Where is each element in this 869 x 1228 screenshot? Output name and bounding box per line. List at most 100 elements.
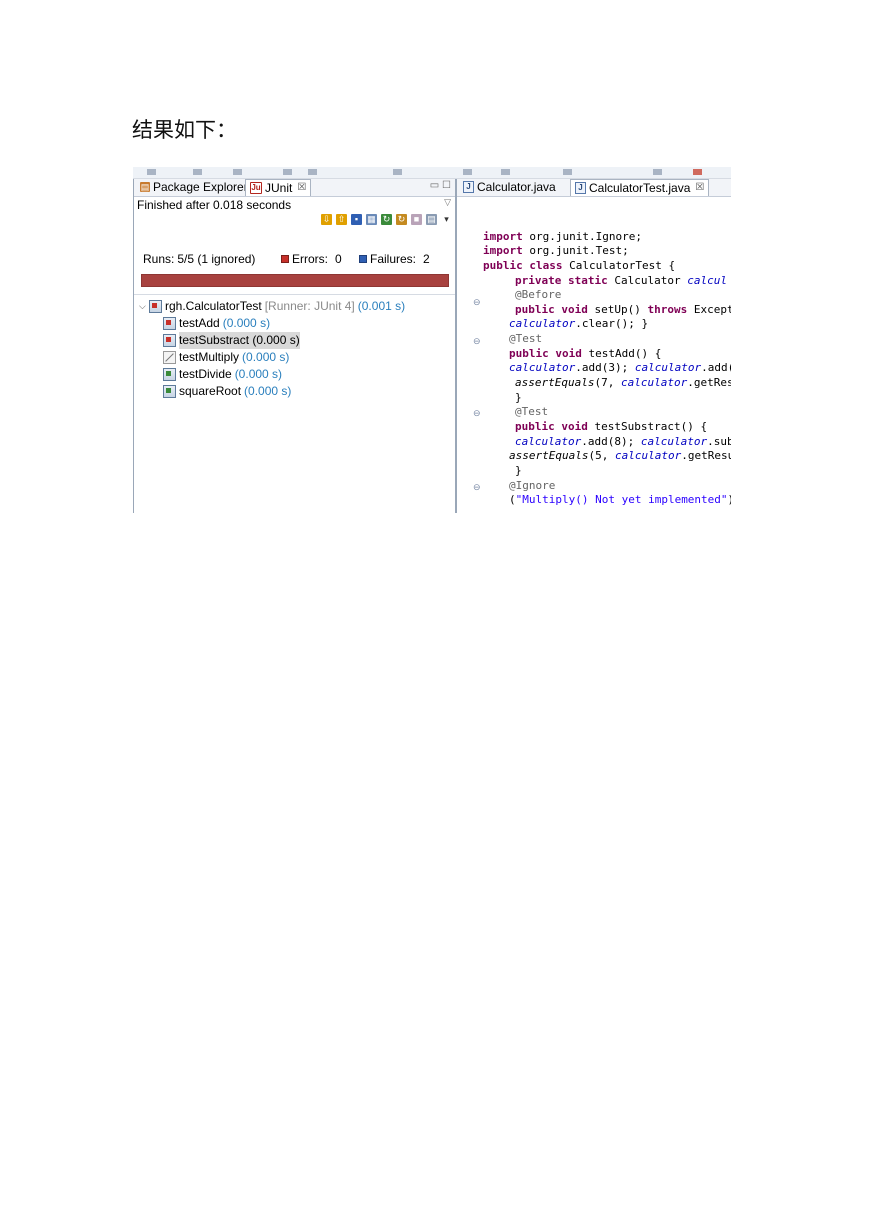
previous-failure-icon[interactable]: ⇧ — [336, 214, 347, 225]
fold-marker-icon[interactable]: ⊖ — [473, 408, 481, 419]
test-label: testSubstract — [179, 333, 250, 347]
test-label-selected: testSubstract (0.000 s) — [179, 332, 300, 349]
minimize-maximize-icon[interactable]: ▭ ☐ — [430, 180, 451, 191]
keyword: private static — [515, 274, 608, 287]
code-line: calculator.add(8); calculator.sub — [515, 435, 731, 449]
history-icon[interactable]: ▤ — [426, 214, 437, 225]
view-tab-bar: ▤ Package Explorer Ju JUnit ☒ ▭ ☐ — [134, 179, 455, 197]
field-ref: calculator — [640, 435, 708, 448]
toolbar-icon[interactable] — [393, 169, 402, 175]
code-line: public void testSubstract() { — [515, 420, 707, 434]
run-status: Finished after 0.018 seconds — [137, 198, 292, 212]
tab-label: JUnit — [265, 181, 293, 195]
code-line: @Test — [509, 332, 542, 346]
field-ref: calculator — [620, 376, 688, 389]
test-label: testDivide — [179, 367, 232, 381]
tab-calculatortest-java[interactable]: J CalculatorTest.java ☒ — [570, 179, 710, 196]
test-label: testMultiply — [179, 350, 240, 364]
test-tree: ⌵ rgh.CalculatorTest [Runner: JUnit 4] (… — [139, 298, 405, 400]
toolbar-icon[interactable] — [653, 169, 662, 175]
code-line: assertEquals(5, calculator.getResu — [509, 449, 731, 463]
code-text: } — [515, 464, 522, 477]
test-row-testadd[interactable]: testAdd (0.000 s) — [139, 315, 405, 332]
rerun-failed-first-icon[interactable]: ↻ — [396, 214, 407, 225]
code-text: ) — [728, 493, 731, 506]
toolbar-icon[interactable] — [693, 169, 702, 175]
toolbar-icon[interactable] — [308, 169, 317, 175]
test-suite-icon — [149, 300, 162, 313]
test-time: (0.000 s) — [234, 367, 283, 381]
page-heading: 结果如下： — [132, 118, 237, 142]
test-fail-icon — [163, 334, 176, 347]
test-row-testmultiply[interactable]: testMultiply (0.000 s) — [139, 349, 405, 366]
toolbar-icon[interactable] — [463, 169, 472, 175]
test-label: testAdd — [179, 316, 220, 330]
test-row-testdivide[interactable]: testDivide (0.000 s) — [139, 366, 405, 383]
junit-view: ▤ Package Explorer Ju JUnit ☒ ▭ ☐ Finish… — [133, 179, 456, 513]
show-failures-only-icon[interactable]: ▪ — [351, 214, 362, 225]
code-text: org.junit.Ignore; — [522, 230, 642, 243]
code-line: private static Calculator calcul — [515, 274, 727, 288]
code-text: .add(3); — [575, 361, 635, 374]
divider — [134, 294, 455, 295]
code-text: ( — [509, 493, 516, 506]
code-line: assertEquals(7, calculator.getRes — [515, 376, 731, 390]
code-text: CalculatorTest { — [562, 259, 676, 272]
code-line: import org.junit.Ignore; — [483, 230, 642, 244]
scroll-lock-icon[interactable]: ▦ — [366, 214, 377, 225]
annotation: @Ignore — [509, 479, 556, 492]
toolbar-icon[interactable] — [233, 169, 242, 175]
test-counters: Runs: 5/5 (1 ignored) Errors: 0 Failures… — [143, 252, 448, 266]
keyword: public void — [515, 420, 588, 433]
errors-counter: Errors: 0 — [281, 252, 359, 266]
field-ref: calculator — [509, 317, 576, 330]
test-row-squareroot[interactable]: squareRoot (0.000 s) — [139, 383, 405, 400]
fold-marker-icon[interactable]: ⊖ — [473, 482, 481, 493]
tab-calculator-java[interactable]: J Calculator.java — [459, 179, 560, 195]
next-failure-icon[interactable]: ⇩ — [321, 214, 332, 225]
test-suite-row[interactable]: ⌵ rgh.CalculatorTest [Runner: JUnit 4] (… — [139, 298, 405, 315]
toolbar-icon[interactable] — [563, 169, 572, 175]
runs-label: Runs: — [143, 252, 175, 266]
annotation: @Before — [515, 288, 562, 301]
code-line: @Test — [515, 405, 548, 419]
code-line: import org.junit.Test; — [483, 244, 629, 258]
test-time: (0.000 s) — [244, 384, 292, 398]
test-progress-bar — [141, 274, 449, 287]
expand-chevron-icon[interactable]: ⌵ — [139, 298, 149, 315]
failures-value: 2 — [423, 252, 430, 266]
dropdown-chevron-icon[interactable]: ▾ — [441, 214, 452, 225]
toolbar-icon[interactable] — [283, 169, 292, 175]
view-menu-chevron-icon[interactable]: ▽ — [444, 197, 451, 208]
code-line: calculator.clear(); } — [509, 317, 648, 331]
close-icon[interactable]: ☒ — [297, 180, 306, 196]
test-pass-icon — [163, 385, 176, 398]
toolbar-icon[interactable] — [193, 169, 202, 175]
code-text: .add(8); — [581, 435, 641, 448]
code-text: setUp() — [587, 303, 648, 316]
failures-counter: Failures: 2 — [359, 252, 430, 266]
rerun-test-icon[interactable]: ↻ — [381, 214, 392, 225]
stop-icon[interactable]: ■ — [411, 214, 422, 225]
test-row-testsubstract[interactable]: testSubstract (0.000 s) — [139, 332, 405, 349]
keyword: public class — [483, 259, 563, 272]
fold-marker-icon[interactable]: ⊖ — [473, 297, 481, 308]
toolbar-icon[interactable] — [147, 169, 156, 175]
code-line: } — [515, 464, 522, 478]
errors-value: 0 — [335, 252, 342, 266]
tab-label: Package Explorer — [153, 180, 248, 194]
code-text: .getRes — [687, 376, 731, 389]
tab-junit[interactable]: Ju JUnit ☒ — [245, 179, 312, 196]
field-ref: calculator — [515, 435, 582, 448]
code-text: (5, — [588, 449, 615, 462]
code-text: .getResu — [681, 449, 731, 462]
fold-marker-icon[interactable]: ⊖ — [473, 336, 481, 347]
toolbar-icon[interactable] — [501, 169, 510, 175]
tab-package-explorer[interactable]: ▤ Package Explorer — [136, 179, 252, 195]
code-text: Calculator — [607, 274, 688, 287]
runs-value: 5/5 (1 ignored) — [177, 252, 256, 266]
code-line: calculator.add(3); calculator.add( — [509, 361, 731, 375]
close-icon[interactable]: ☒ — [695, 180, 704, 196]
code-line: public class CalculatorTest { — [483, 259, 675, 273]
editor-tab-bar: J Calculator.java J CalculatorTest.java … — [457, 179, 731, 197]
